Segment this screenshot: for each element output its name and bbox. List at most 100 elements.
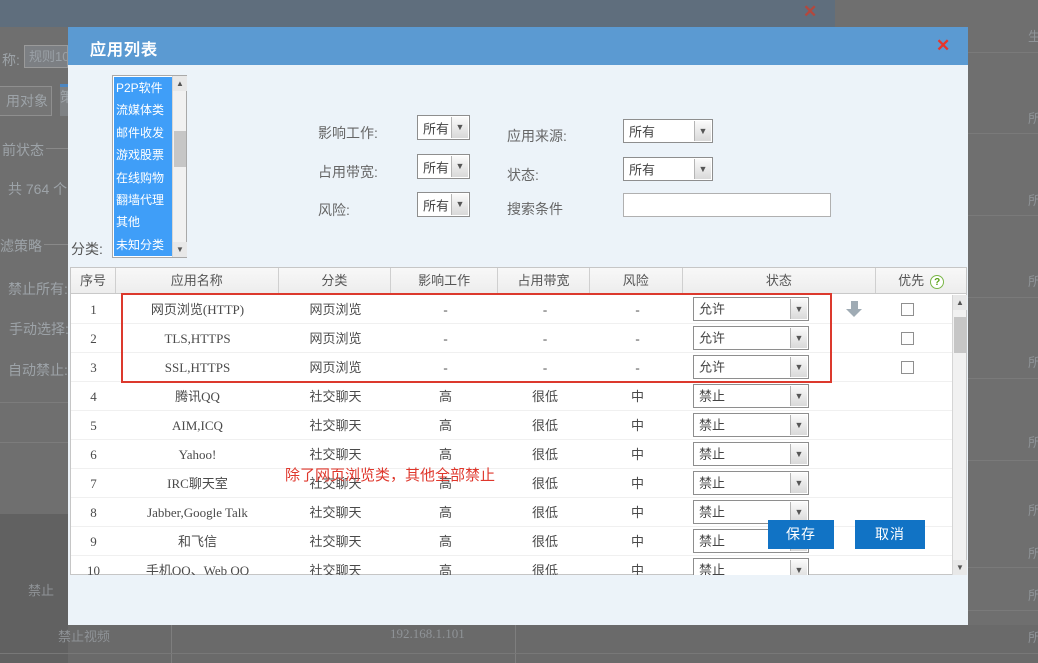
row-number: 10 (71, 556, 116, 575)
col-status: 状态 (683, 268, 877, 293)
priority-checkbox[interactable] (901, 332, 914, 345)
chevron-down-icon: ▼ (790, 560, 807, 575)
move-down-icon[interactable] (846, 300, 863, 317)
scroll-thumb[interactable] (174, 131, 186, 167)
app-name: 网页浏览(HTTP) (116, 295, 279, 323)
status-select[interactable]: 禁止▼ (693, 384, 809, 408)
bandwidth-select[interactable]: 所有▼ (417, 154, 470, 179)
category-item[interactable]: 其他 (114, 211, 173, 233)
background-clipped-text: 所 (1028, 190, 1038, 209)
divider (0, 402, 68, 403)
status-select[interactable]: 允许▼ (693, 355, 809, 379)
tab-policy[interactable]: 策 (60, 84, 68, 116)
row-number: 3 (71, 353, 116, 381)
row-number: 4 (71, 382, 116, 410)
table-scrollbar[interactable]: ▲ ▼ (952, 295, 966, 575)
table-row: 2 TLS,HTTPS 网页浏览 - - - 允许▼ (71, 324, 952, 353)
app-bandwidth: 很低 (499, 556, 591, 575)
category-item[interactable]: 邮件收发 (114, 122, 173, 144)
scroll-down-icon[interactable]: ▼ (173, 242, 187, 257)
divider (0, 653, 1038, 654)
divider (968, 133, 1038, 134)
source-select[interactable]: 所有▼ (623, 119, 713, 143)
divider (0, 442, 68, 443)
app-bandwidth: 很低 (499, 382, 591, 410)
app-name: 和飞信 (116, 527, 279, 555)
annotation-text: 除了网页浏览类，其他全部禁止 (285, 464, 495, 485)
category-item[interactable]: 在线购物 (114, 167, 173, 189)
app-risk: - (591, 353, 684, 381)
col-app-name: 应用名称 (116, 268, 279, 293)
scroll-up-icon[interactable]: ▲ (173, 76, 187, 91)
app-risk: 中 (591, 527, 684, 555)
divider (46, 148, 68, 149)
cancel-button[interactable]: 取消 (855, 520, 925, 549)
app-category: 社交聊天 (279, 556, 392, 575)
row-number: 2 (71, 324, 116, 352)
app-name: AIM,ICQ (116, 411, 279, 439)
status-select[interactable]: 禁止▼ (693, 413, 809, 437)
table-row: 5 AIM,ICQ 社交聊天 高 很低 中 禁止▼ (71, 411, 952, 440)
category-item[interactable]: P2P软件 (114, 77, 173, 99)
tab-apply-object[interactable]: 用对象 (0, 86, 52, 116)
status-select[interactable]: 允许▼ (693, 326, 809, 350)
impact-select[interactable]: 所有▼ (417, 115, 470, 140)
app-name: SSL,HTTPS (116, 353, 279, 381)
background-titlebar (0, 0, 835, 27)
table-header: 序号 应用名称 分类 影响工作 占用带宽 风险 状态 优先? (71, 268, 966, 294)
col-no: 序号 (71, 268, 116, 293)
chevron-down-icon: ▼ (790, 502, 807, 522)
app-category: 网页浏览 (279, 324, 392, 352)
table-row: 1 网页浏览(HTTP) 网页浏览 - - - 允许▼ (71, 295, 952, 324)
status-select[interactable]: 禁止▼ (693, 558, 809, 575)
background-clipped-text: 生 (1028, 26, 1038, 45)
table-row: 6 Yahoo! 社交聊天 高 很低 中 禁止▼ (71, 440, 952, 469)
priority-checkbox[interactable] (901, 303, 914, 316)
forbid-all-label: 禁止所有: (8, 279, 68, 299)
app-impact: - (392, 353, 499, 381)
app-impact: 高 (392, 498, 499, 526)
source-label: 应用来源: (507, 126, 567, 146)
scroll-up-icon[interactable]: ▲ (953, 295, 967, 310)
risk-select[interactable]: 所有▼ (417, 192, 470, 217)
app-impact: - (392, 295, 499, 323)
rule-name-value: 规则10 (25, 46, 67, 67)
scroll-thumb[interactable] (954, 317, 966, 353)
status-filter-select[interactable]: 所有▼ (623, 157, 713, 181)
rule-name-input[interactable]: 规则10 (24, 45, 68, 68)
save-button[interactable]: 保存 (768, 520, 834, 549)
app-risk: 中 (591, 411, 684, 439)
status-select[interactable]: 禁止▼ (693, 442, 809, 466)
app-risk: 中 (591, 556, 684, 575)
background-close-icon[interactable]: ✕ (803, 2, 817, 22)
category-listbox[interactable]: P2P软件流媒体类邮件收发游戏股票在线购物翻墙代理其他未知分类 ▲ ▼ (112, 75, 187, 258)
background-clipped-text: 所 (1028, 585, 1038, 604)
listbox-scrollbar[interactable]: ▲ ▼ (172, 76, 186, 257)
forbid-video-label: 禁止视频 (58, 626, 110, 645)
app-category: 网页浏览 (279, 295, 392, 323)
category-item[interactable]: 未知分类 (114, 234, 173, 256)
dialog-close-icon[interactable]: ✕ (936, 36, 950, 56)
divider (171, 625, 172, 663)
app-risk: 中 (591, 498, 684, 526)
category-item[interactable]: 翻墙代理 (114, 189, 173, 211)
app-bandwidth: 很低 (499, 469, 591, 497)
category-item[interactable]: 游戏股票 (114, 144, 173, 166)
status-filter-label: 状态: (507, 165, 539, 185)
row-number: 7 (71, 469, 116, 497)
divider (968, 610, 1038, 611)
help-icon[interactable]: ? (930, 275, 944, 289)
row-number: 6 (71, 440, 116, 468)
divider (968, 567, 1038, 568)
app-bandwidth: - (499, 324, 591, 352)
search-input[interactable] (623, 193, 831, 217)
col-bandwidth: 占用带宽 (498, 268, 590, 293)
scroll-down-icon[interactable]: ▼ (953, 560, 967, 575)
category-label: 分类: (71, 239, 103, 259)
status-select[interactable]: 禁止▼ (693, 471, 809, 495)
priority-checkbox[interactable] (901, 361, 914, 374)
section-filter-policy: 滤策略 (0, 236, 42, 256)
application-list-dialog: 应用列表 ✕ P2P软件流媒体类邮件收发游戏股票在线购物翻墙代理其他未知分类 ▲… (68, 27, 968, 625)
category-item[interactable]: 流媒体类 (114, 99, 173, 121)
status-select[interactable]: 允许▼ (693, 297, 809, 321)
